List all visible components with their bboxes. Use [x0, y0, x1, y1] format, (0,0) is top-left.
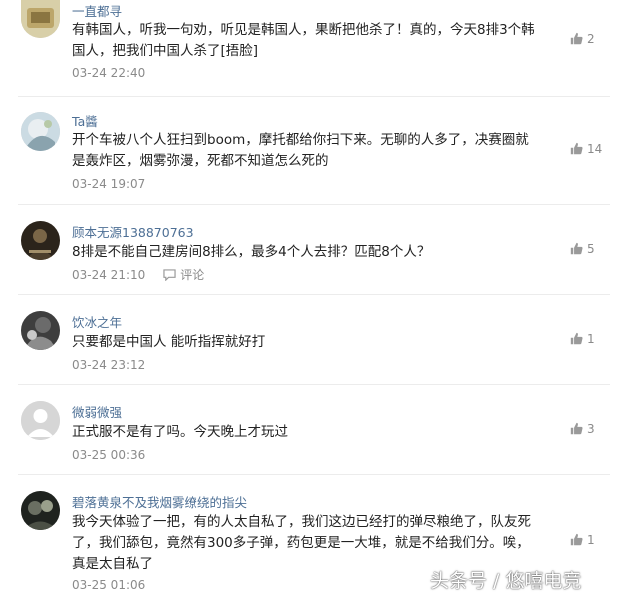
- comment-time: 03-24 23:12: [72, 358, 146, 372]
- comment-text: 8排是不能自己建房间8排么，最多4个人去排？匹配8个人？: [72, 244, 431, 260]
- divider: [18, 474, 610, 475]
- like-button[interactable]: 2: [570, 32, 610, 46]
- like-button[interactable]: 1: [570, 533, 610, 547]
- like-button[interactable]: 14: [570, 142, 610, 156]
- like-button[interactable]: 5: [570, 242, 610, 256]
- default-user-icon: [21, 401, 60, 440]
- avatar[interactable]: [21, 221, 60, 260]
- divider: [18, 294, 610, 295]
- watermark: 头条号 / 悠嘻电竞: [430, 570, 582, 592]
- comment-time: 03-24 22:40: [72, 66, 146, 80]
- comment-time: 03-25 01:06: [72, 578, 146, 592]
- avatar[interactable]: [21, 311, 60, 350]
- like-count: 2: [587, 32, 595, 46]
- comment-username[interactable]: Ta醬: [72, 111, 98, 130]
- avatar[interactable]: [21, 112, 60, 151]
- comment-timestamp: 03-25 01:06: [72, 578, 145, 592]
- divider: [18, 96, 610, 97]
- comment-time: 03-24 19:07: [72, 177, 146, 191]
- comment-username[interactable]: 饮冰之年: [72, 312, 122, 331]
- avatar[interactable]: [21, 0, 60, 38]
- like-count: 3: [587, 422, 595, 436]
- comment-username[interactable]: 一直都寻: [72, 1, 122, 20]
- divider: [18, 204, 610, 205]
- comment-username[interactable]: 碧落黄泉不及我烟雾缭绕的指尖: [72, 492, 247, 511]
- like-count: 1: [587, 533, 595, 547]
- avatar[interactable]: [21, 401, 60, 440]
- like-count: 1: [587, 332, 595, 346]
- comment-timestamp: 03-24 21:10 评论: [72, 266, 204, 283]
- like-count: 5: [587, 242, 595, 256]
- thumbs-up-icon: [570, 242, 583, 255]
- thumbs-up-icon: [570, 142, 583, 155]
- thumbs-up-icon: [570, 32, 583, 45]
- comment-timestamp: 03-24 19:07: [72, 177, 145, 191]
- comment-text: 有韩国人，听我一句劝，听见是韩国人，果断把他杀了！真的，今天8排3个韩国人，把我…: [72, 22, 535, 59]
- comment-time: 03-24 21:10: [72, 268, 146, 282]
- comment-timestamp: 03-24 23:12: [72, 358, 145, 372]
- reply-button[interactable]: 评论: [163, 266, 204, 283]
- comment-text: 开个车被八个人狂扫到boom，摩托都给你扫下来。无聊的人多了，决赛圈就是轰炸区，…: [72, 132, 529, 169]
- thumbs-up-icon: [570, 533, 583, 546]
- divider: [18, 384, 610, 385]
- comment-timestamp: 03-24 22:40: [72, 66, 145, 80]
- reply-label: 评论: [180, 268, 205, 282]
- like-count: 14: [587, 142, 603, 156]
- comment-text: 正式服不是有了吗。今天晚上才玩过: [72, 424, 288, 440]
- avatar[interactable]: [21, 491, 60, 530]
- comment-username[interactable]: 微弱微强: [72, 402, 122, 421]
- thumbs-up-icon: [570, 332, 583, 345]
- comment-username[interactable]: 顾本无源138870763: [72, 222, 194, 241]
- comment-time: 03-25 00:36: [72, 448, 146, 462]
- comment-icon: [163, 269, 176, 282]
- like-button[interactable]: 3: [570, 422, 610, 436]
- comment-text: 只要都是中国人 能听指挥就好打: [72, 334, 266, 350]
- like-button[interactable]: 1: [570, 332, 610, 346]
- thumbs-up-icon: [570, 422, 583, 435]
- comment-timestamp: 03-25 00:36: [72, 448, 145, 462]
